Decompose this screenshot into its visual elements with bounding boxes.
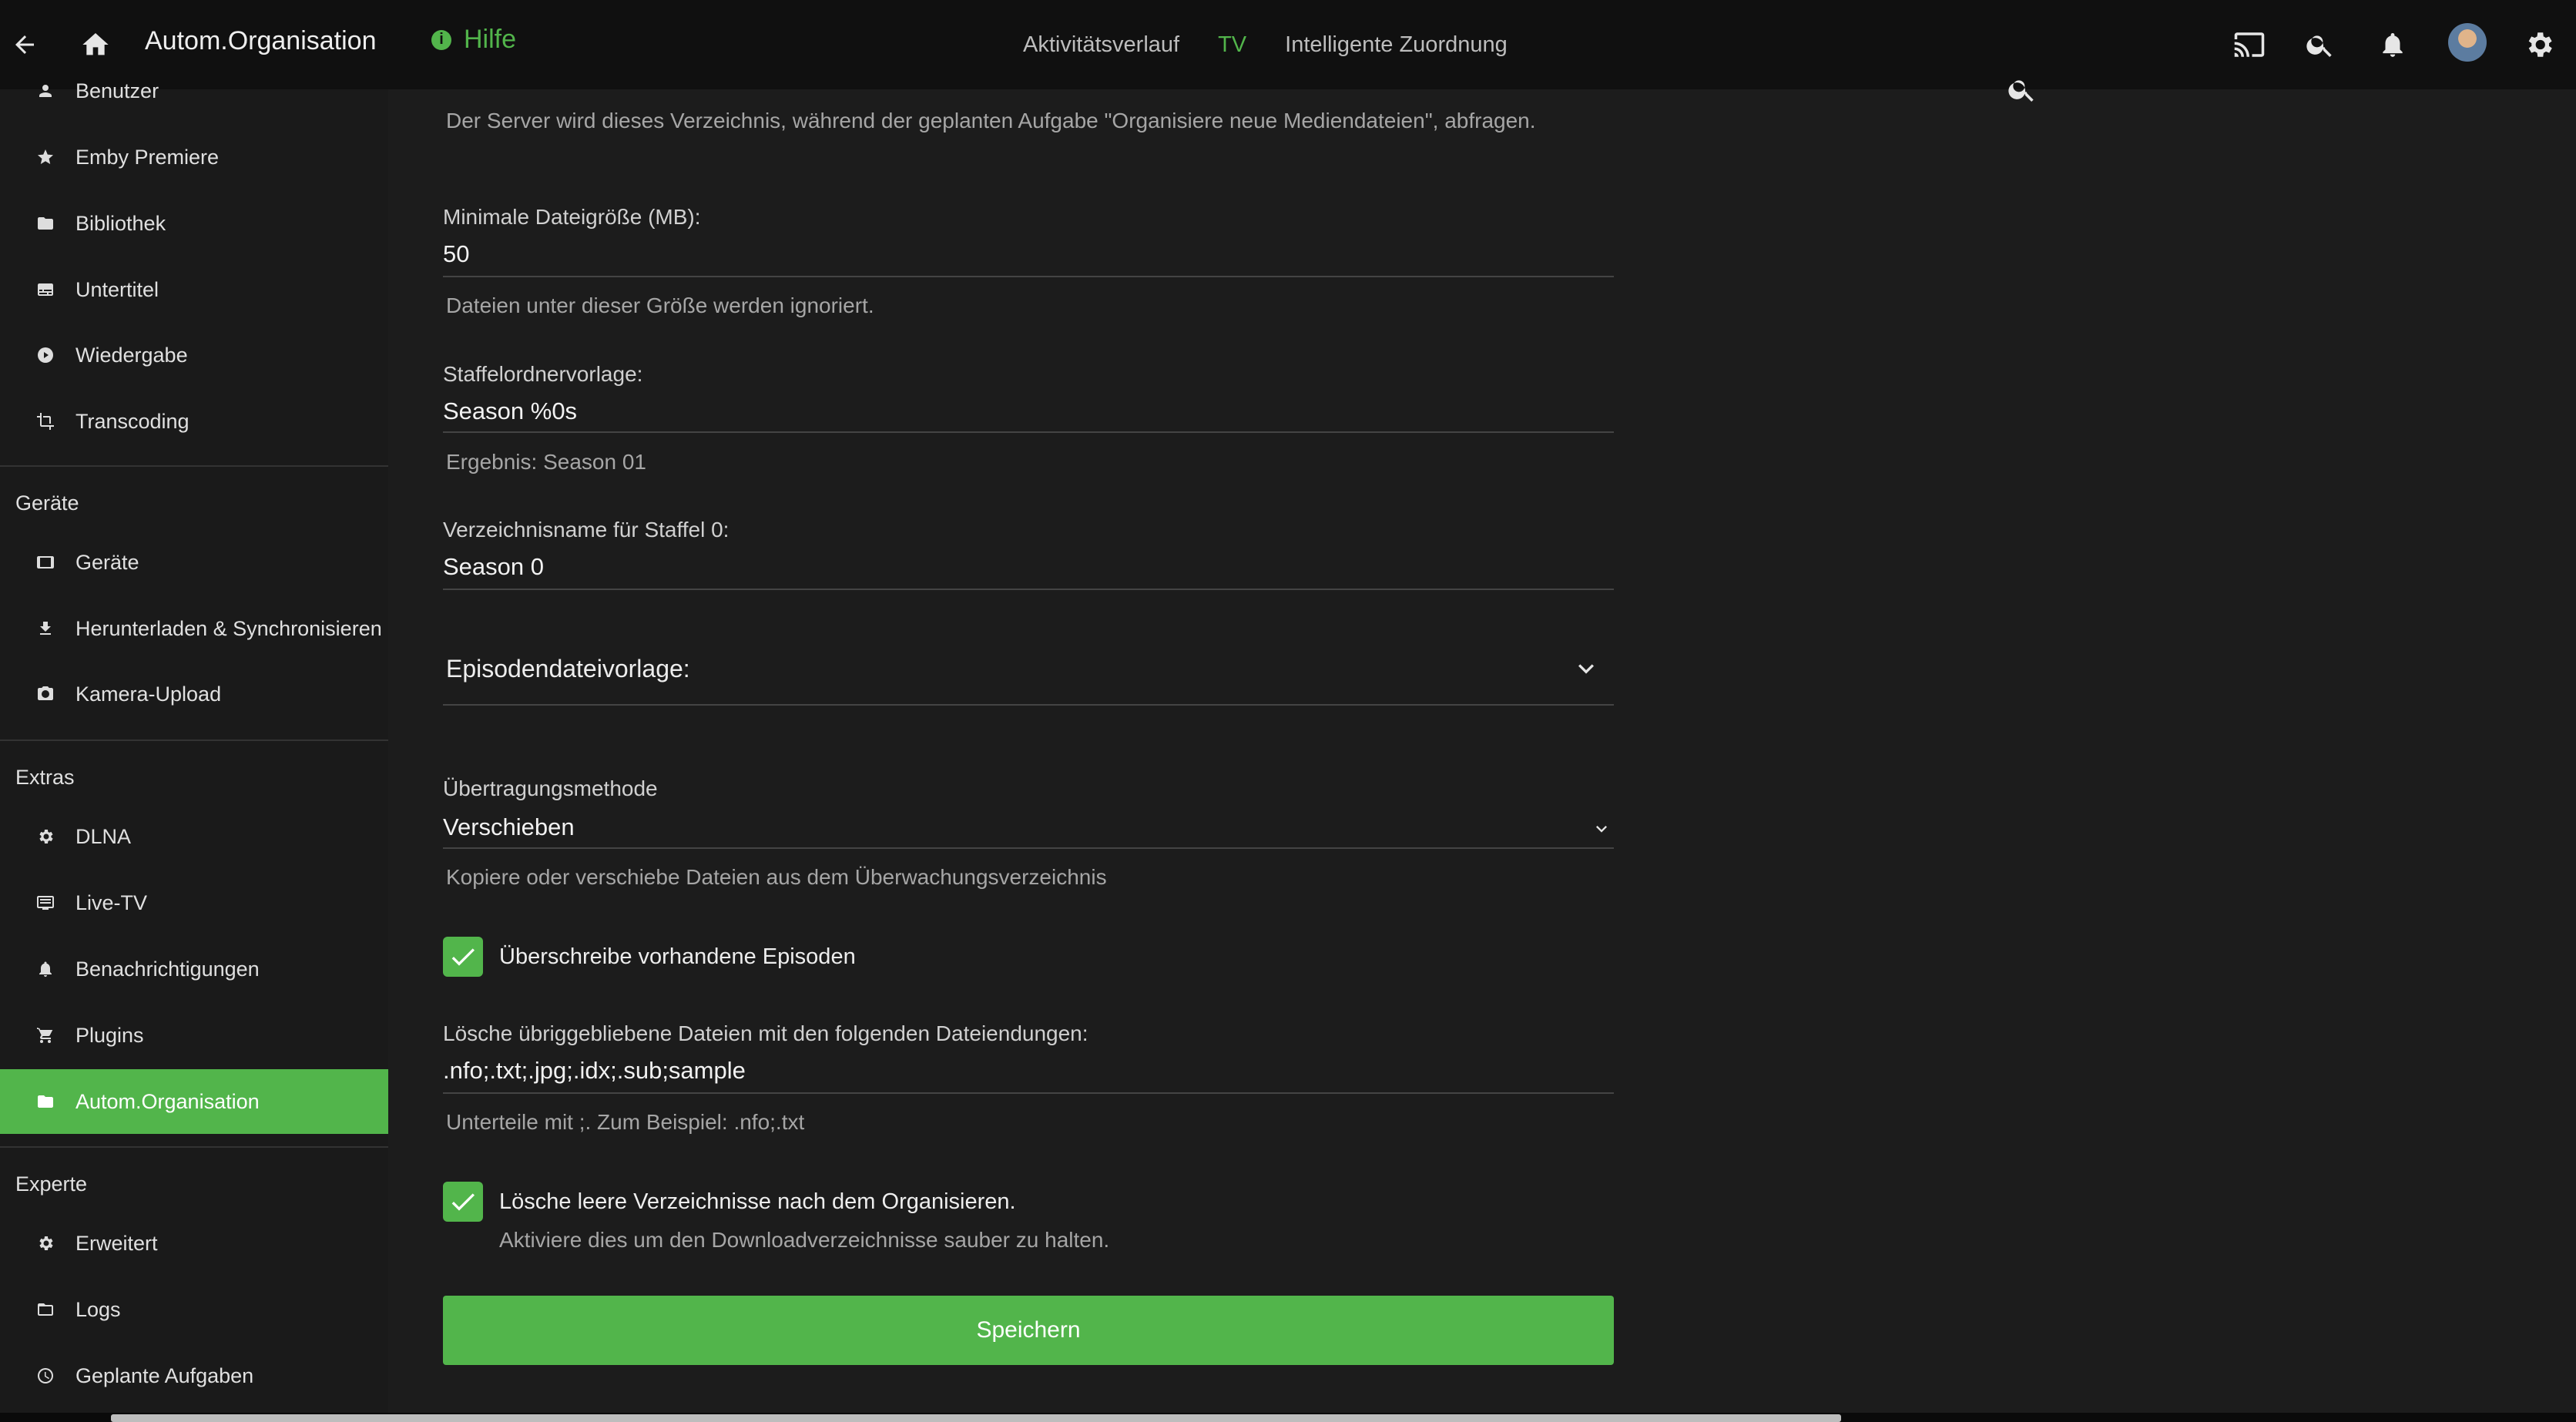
season-pattern-input[interactable]: Season %0s	[443, 397, 577, 425]
sidebar-item-auto-organize[interactable]: Autom.Organisation	[0, 1069, 388, 1134]
transfer-method-underline	[443, 847, 1614, 849]
sidebar-item-library[interactable]: Bibliothek	[0, 191, 388, 256]
season-zero-underline	[443, 589, 1614, 590]
tablet-icon	[34, 551, 57, 574]
sidebar-item-scheduled-tasks[interactable]: Geplante Aufgaben	[0, 1343, 388, 1408]
sidebar-item-devices[interactable]: Geräte	[0, 530, 388, 595]
settings-icon	[34, 825, 57, 848]
overwrite-label: Überschreibe vorhandene Episoden	[499, 944, 856, 969]
min-size-label: Minimale Dateigröße (MB):	[443, 205, 701, 229]
sidebar-item-notifications[interactable]: Benachrichtigungen	[0, 937, 388, 1001]
gear-icon[interactable]	[2516, 22, 2562, 68]
chevron-down-icon[interactable]	[1571, 653, 1602, 688]
min-size-help: Dateien unter dieser Größe werden ignori…	[446, 293, 874, 317]
camera-icon	[34, 682, 57, 706]
watch-folder-description: Der Server wird dieses Verzeichnis, währ…	[446, 109, 1536, 132]
transfer-method-label: Übertragungsmethode	[443, 776, 658, 800]
bell-icon[interactable]	[2370, 22, 2416, 68]
folder-open-icon	[34, 1298, 57, 1321]
delete-empty-folders-checkbox[interactable]	[443, 1182, 483, 1222]
tab-smart-match[interactable]: Intelligente Zuordnung	[1285, 32, 1508, 58]
clock-icon	[34, 1364, 57, 1387]
sidebar-divider	[0, 1146, 388, 1148]
sidebar-item-live-tv[interactable]: Live-TV	[0, 870, 388, 935]
sidebar-item-plugins[interactable]: Plugins	[0, 1003, 388, 1068]
delete-extensions-underline	[443, 1092, 1614, 1094]
crop-icon	[34, 410, 57, 433]
min-size-input[interactable]: 50	[443, 240, 469, 268]
settings-icon	[34, 1232, 57, 1255]
episode-pattern-underline	[443, 704, 1614, 706]
sidebar-item-subtitles[interactable]: Untertitel	[0, 257, 388, 322]
season-pattern-label: Staffelordnervorlage:	[443, 362, 643, 386]
delete-empty-folders-label: Lösche leere Verzeichnisse nach dem Orga…	[499, 1189, 1016, 1214]
sidebar-heading-devices: Geräte	[15, 491, 79, 515]
sidebar-divider	[0, 740, 388, 741]
sidebar-item-users[interactable]: Benutzer	[0, 59, 388, 123]
sidebar-item-download-sync[interactable]: Herunterladen & Synchronisieren	[0, 596, 388, 661]
tab-bar: Aktivitätsverlauf TV Intelligente Zuordn…	[1023, 32, 1508, 58]
delete-extensions-help: Unterteile mit ;. Zum Beispiel: .nfo;.tx…	[446, 1110, 805, 1134]
save-button[interactable]: Speichern	[443, 1296, 1614, 1365]
cast-icon[interactable]	[2226, 22, 2272, 68]
search-icon[interactable]	[2007, 74, 2038, 109]
sidebar-item-logs[interactable]: Logs	[0, 1277, 388, 1342]
delete-extensions-label: Lösche übriggebliebene Dateien mit den f…	[443, 1021, 1088, 1045]
download-icon	[34, 617, 57, 640]
horizontal-scrollbar-thumb[interactable]	[111, 1414, 1841, 1422]
bell-icon	[34, 958, 57, 981]
tab-tv[interactable]: TV	[1218, 32, 1246, 58]
tab-activity[interactable]: Aktivitätsverlauf	[1023, 32, 1179, 58]
min-size-underline	[443, 276, 1614, 277]
user-icon	[34, 79, 57, 102]
sidebar-item-emby-premiere[interactable]: Emby Premiere	[0, 125, 388, 189]
sidebar-heading-expert: Experte	[15, 1172, 88, 1196]
delete-empty-folders-desc: Aktiviere dies um den Downloadverzeichni…	[499, 1228, 1110, 1252]
info-icon: i	[431, 29, 451, 50]
season-zero-label: Verzeichnisname für Staffel 0:	[443, 518, 730, 542]
sidebar-heading-extras: Extras	[15, 766, 75, 789]
sidebar-item-transcoding[interactable]: Transcoding	[0, 389, 388, 454]
transfer-method-help: Kopiere oder verschiebe Dateien aus dem …	[446, 865, 1107, 889]
overwrite-checkbox[interactable]	[443, 937, 483, 977]
tv-icon	[34, 891, 57, 914]
help-label: Hilfe	[464, 25, 517, 54]
folder-icon	[34, 1090, 57, 1113]
sidebar-divider	[0, 465, 388, 467]
user-avatar[interactable]	[2448, 23, 2487, 62]
season-zero-input[interactable]: Season 0	[443, 553, 544, 581]
star-icon	[34, 146, 57, 169]
page-title: Autom.Organisation	[145, 26, 377, 55]
transfer-method-select[interactable]: Verschieben	[443, 813, 575, 841]
sidebar-item-playback[interactable]: Wiedergabe	[0, 323, 388, 387]
subtitles-icon	[34, 278, 57, 301]
help-link[interactable]: i Hilfe	[431, 25, 516, 55]
sidebar-item-dlna[interactable]: DLNA	[0, 804, 388, 869]
season-pattern-result: Ergebnis: Season 01	[446, 450, 646, 474]
sidebar-item-advanced[interactable]: Erweitert	[0, 1211, 388, 1276]
search-icon[interactable]	[2297, 22, 2343, 68]
folder-icon	[34, 212, 57, 235]
play-icon	[34, 344, 57, 367]
season-pattern-underline	[443, 431, 1614, 433]
select-arrow-icon[interactable]	[1591, 818, 1612, 843]
cart-icon	[34, 1024, 57, 1047]
delete-extensions-input[interactable]: .nfo;.txt;.jpg;.idx;.sub;sample	[443, 1057, 746, 1085]
sidebar-item-camera-upload[interactable]: Kamera-Upload	[0, 662, 388, 726]
sidebar: Benutzer Emby Premiere Bibliothek Untert…	[0, 79, 388, 1422]
episode-pattern-toggle[interactable]: Episodendateivorlage:	[446, 655, 690, 683]
